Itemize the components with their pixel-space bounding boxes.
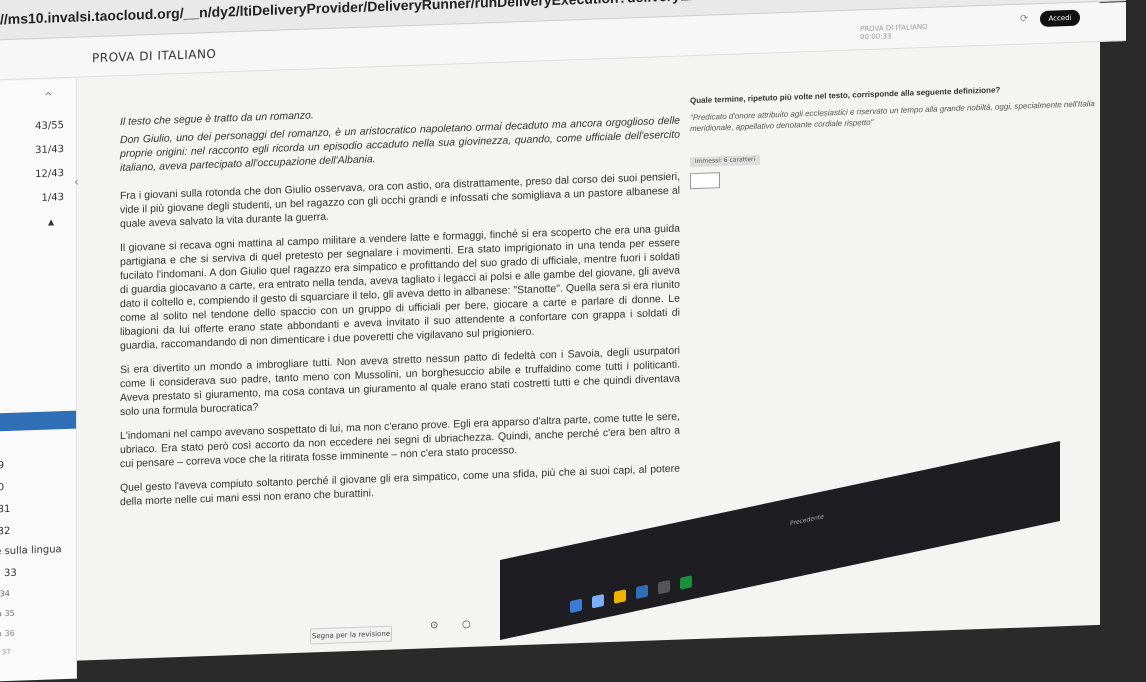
nav-item[interactable]: 26 [0,389,76,410]
answer-input[interactable] [690,172,720,190]
nav-item[interactable]: nda 33 [0,563,76,584]
extension-icon[interactable]: ⟳ [1020,13,1028,24]
passage-paragraph: Fra i giovani sulla rotonda che don Giul… [120,170,680,231]
timer: 00:00:33 [860,32,892,42]
nav-item[interactable]: 43/55 [0,117,76,138]
nav-item[interactable]: da 31 [0,499,76,520]
nav-item[interactable]: 31/43 [0,141,76,162]
nav-item[interactable]: 3 [0,293,76,314]
nav-item[interactable]: a 29 [0,455,76,476]
progress-label: PROVA DI ITALIANO 00:00:33 [860,23,928,41]
taskbar-app-icon[interactable] [636,584,648,600]
nav-item[interactable]: anda 37 [0,641,76,662]
circle-icon[interactable]: ○ [462,619,471,630]
chevron-up-icon[interactable]: ^ [44,91,52,102]
taskbar-folder-icon[interactable] [614,589,626,604]
passage-paragraph: Il giovane si recava ogni mattina al cam… [120,222,680,353]
test-title: PROVA DI ITALIANO [92,46,217,66]
taskbar-tray-label: Precedente [790,513,824,528]
passage-paragraph: L'indomani nel campo avevano sospettato … [120,410,680,471]
nav-item[interactable]: anda 35 [0,603,76,624]
nav-section-label[interactable]: ione sulla lingua [0,541,76,562]
nav-item[interactable]: 12/43 [0,165,76,186]
nav-item[interactable]: da 32 [0,521,76,542]
taskbar-app-icon[interactable] [658,579,670,595]
question-panel: Quale termine, ripetuto più volte nel te… [690,81,1110,135]
nav-item[interactable]: nda 34 [0,583,76,604]
nav-item[interactable]: 4 [0,319,76,340]
taskbar-app-icon[interactable] [592,593,604,609]
nav-item-current[interactable]: 27 [0,410,76,432]
progress-name: PROVA DI ITALIANO [860,22,928,34]
character-counter: Immessi: 6 caratteri [690,154,760,168]
taskbar-app-icon[interactable] [680,575,692,590]
nav-item[interactable]: a 30 [0,477,76,498]
reading-passage: Il testo che segue è tratto da un romanz… [120,96,680,520]
nav-item[interactable]: 28 [0,433,76,454]
passage-paragraph: Si era divertito un mondo a imbrogliare … [120,344,680,419]
question-navigator: ^ ‹ ⌕ ▲ 43/55 31/43 12/43 to1/43 3 4 25 … [0,78,79,682]
mark-for-review-button[interactable]: Segna per la revisione [310,625,392,645]
flag-icon[interactable]: ⊙ [430,620,438,631]
passage-paragraph: Quel gesto l'aveva compiuto soltanto per… [120,462,680,509]
triangle-icon: ▲ [48,217,55,227]
taskbar-app-icon[interactable] [570,598,582,614]
profile-button[interactable]: Accedi [1040,9,1080,27]
nav-item[interactable]: 25 [0,365,76,386]
nav-item[interactable]: to1/43 [0,189,76,210]
